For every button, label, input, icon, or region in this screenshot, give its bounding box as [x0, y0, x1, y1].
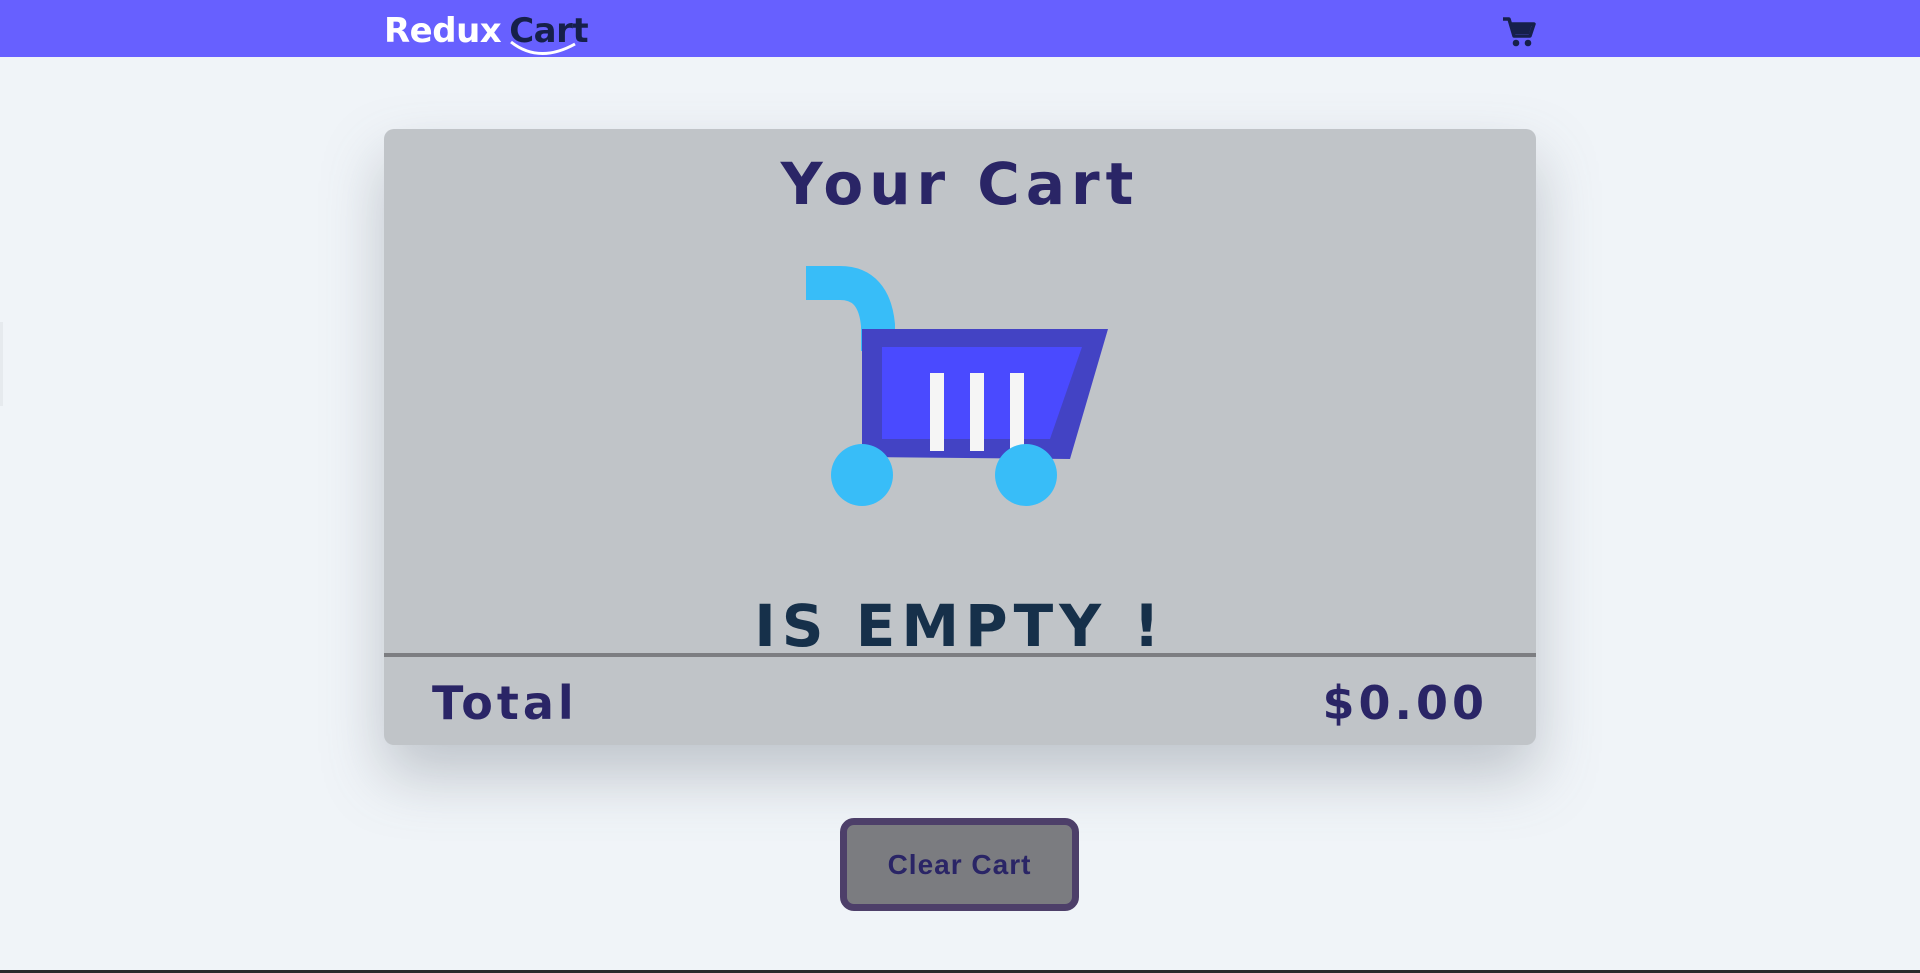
- top-navbar: Redux Cart: [0, 0, 1920, 57]
- cart-title: Your Cart: [780, 150, 1140, 218]
- shopping-cart-icon[interactable]: [1502, 16, 1536, 48]
- empty-cart-illustration: [802, 259, 1122, 559]
- left-edge-tab: [0, 322, 3, 406]
- brand-word-redux: Redux: [384, 11, 502, 51]
- total-label: Total: [432, 676, 578, 730]
- brand-smile-underline: [510, 40, 576, 55]
- brand-word-cart: Cart: [509, 11, 589, 55]
- brand-logo[interactable]: Redux Cart: [384, 10, 589, 55]
- cart-card: Your Cart IS EMPTY ! Total $0.00: [384, 129, 1536, 745]
- total-divider: [384, 653, 1536, 657]
- empty-cart-message: IS EMPTY !: [754, 592, 1166, 660]
- clear-cart-button[interactable]: Clear Cart: [840, 818, 1079, 911]
- total-amount: $0.00: [1322, 676, 1488, 730]
